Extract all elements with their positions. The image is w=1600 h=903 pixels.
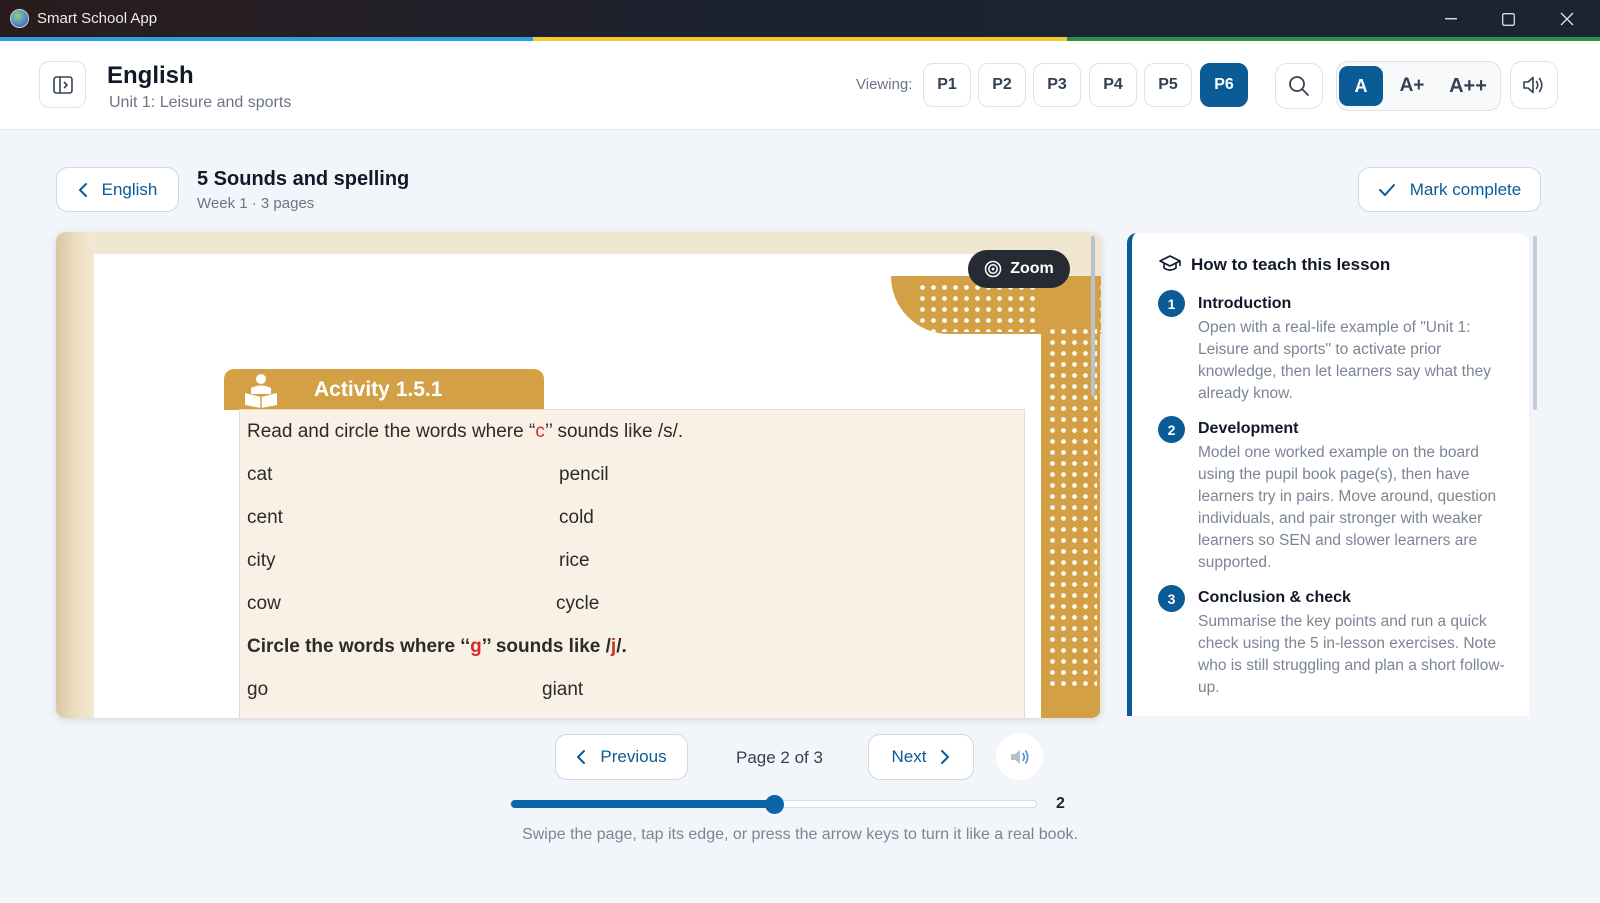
zoom-button[interactable]: Zoom [968,250,1070,288]
word-item: cow [247,593,281,614]
speaker-icon [1523,76,1543,94]
speaker-icon [1010,749,1028,764]
previous-page-button[interactable]: Previous [555,734,688,780]
back-button-label: English [101,179,158,199]
instruction-c-before: Read and circle the words where “ [247,421,536,442]
page-slider-value: 2 [1056,795,1065,812]
word-item: city [247,550,276,571]
instruction-g-before: Circle the words where ‘‘ [247,636,471,657]
app-header: English Unit 1: Leisure and sports Viewi… [0,41,1600,130]
subject-title: English [107,62,194,89]
step-body: Summarise the key points and run a quick… [1198,613,1505,696]
grade-button-p1[interactable]: P1 [923,63,971,107]
word-item: cent [247,507,283,528]
step-number: 1 [1158,290,1185,317]
sidebar-toggle-button[interactable] [39,61,86,108]
close-button[interactable] [1547,6,1587,32]
book-scrollbar[interactable] [1091,236,1095,396]
book-page[interactable]: Activity 1.5.1 Read and circle the words… [94,254,1101,718]
lesson-subtitle: Week 1 · 3 pages [197,195,315,212]
unit-subtitle: Unit 1: Leisure and sports [109,94,292,111]
instruction-g-middle: ’’ sounds like / [481,636,611,657]
page-decoration-dots [1047,326,1097,686]
word-item: go [247,679,269,700]
minimize-button[interactable] [1431,6,1471,32]
step-body: Model one worked example on the board us… [1198,444,1497,571]
instruction-g: Circle the words where ‘‘g’’ sounds like… [247,636,627,658]
mark-complete-label: Mark complete [1409,179,1522,199]
word-item: pencil [559,464,609,485]
zoom-label: Zoom [1010,260,1054,277]
book-spine [56,232,96,718]
instruction-g-letter: g [470,636,482,657]
checkmark-icon [1378,183,1395,196]
step-body: Open with a real-life example of "Unit 1… [1198,319,1491,402]
close-icon [1560,12,1574,26]
read-aloud-button[interactable] [1510,61,1558,109]
page-indicator: Page 2 of 3 [736,748,823,767]
window-title: Smart School App [37,10,158,27]
grade-button-p5[interactable]: P5 [1144,63,1192,107]
mark-complete-button[interactable]: Mark complete [1358,167,1541,212]
reading-child-icon [245,374,277,408]
activity-title: Activity 1.5.1 [314,378,443,401]
title-bar: Smart School App [0,0,1600,37]
step-title: Introduction [1198,295,1292,312]
page-slider-thumb[interactable] [764,795,784,814]
step-title: Conclusion & check [1198,589,1351,606]
panel-scrollbar[interactable] [1533,236,1537,410]
activity-header: Activity 1.5.1 [224,369,544,410]
sidebar-toggle-icon [52,75,73,94]
maximize-button[interactable] [1488,6,1528,32]
chevron-left-icon [577,750,586,764]
maximize-icon [1501,12,1515,26]
instruction-c: Read and circle the words where “c’’ sou… [247,421,683,443]
viewing-label: Viewing: [856,76,913,93]
instruction-g-after: /. [616,636,627,657]
previous-label: Previous [600,747,667,766]
book-viewer[interactable]: Activity 1.5.1 Read and circle the words… [56,232,1101,718]
graduation-cap-icon [1159,255,1181,271]
page-slider[interactable] [510,795,1037,814]
panel-title: How to teach this lesson [1191,255,1391,274]
back-to-subject-button[interactable]: English [56,167,179,212]
activity-content: Read and circle the words where “c’’ sou… [239,409,1025,718]
font-size-group: A A+ A++ [1336,61,1501,111]
search-icon [1289,76,1309,96]
app-logo-icon [10,9,29,28]
app-window: Smart School App English Unit 1: Leisure… [0,0,1600,903]
search-button[interactable] [1275,63,1323,109]
instruction-c-letter: c [535,421,545,442]
word-item: cat [247,464,273,485]
word-item: cycle [556,593,600,614]
instruction-c-after: ’’ sounds like /s/. [544,421,684,442]
step-number: 2 [1158,416,1185,443]
page-slider-fill [511,800,774,808]
grade-button-p2[interactable]: P2 [978,63,1026,107]
grade-button-p3[interactable]: P3 [1033,63,1081,107]
grade-button-p6[interactable]: P6 [1200,63,1248,107]
step-title: Development [1198,420,1299,437]
font-size-large-button[interactable]: A+ [1389,66,1435,106]
word-item: rice [559,550,590,571]
step-number: 3 [1158,585,1185,612]
next-label: Next [891,747,927,766]
minimize-icon [1445,18,1457,20]
grade-button-p4[interactable]: P4 [1089,63,1137,107]
word-item: giant [542,679,584,700]
chevron-left-icon [78,182,87,197]
font-size-normal-button[interactable]: A [1339,66,1383,106]
zoom-target-icon [984,260,1002,278]
page-turn-hint: Swipe the page, tap its edge, or press t… [522,826,1078,843]
next-page-button[interactable]: Next [868,734,974,780]
chevron-right-icon [941,750,950,764]
teaching-panel: How to teach this lesson 1 Introduction … [1127,233,1529,716]
word-item: cold [559,507,594,528]
page-audio-button[interactable] [996,733,1043,780]
lesson-title: 5 Sounds and spelling [197,168,410,190]
font-size-xlarge-button[interactable]: A++ [1439,66,1497,106]
